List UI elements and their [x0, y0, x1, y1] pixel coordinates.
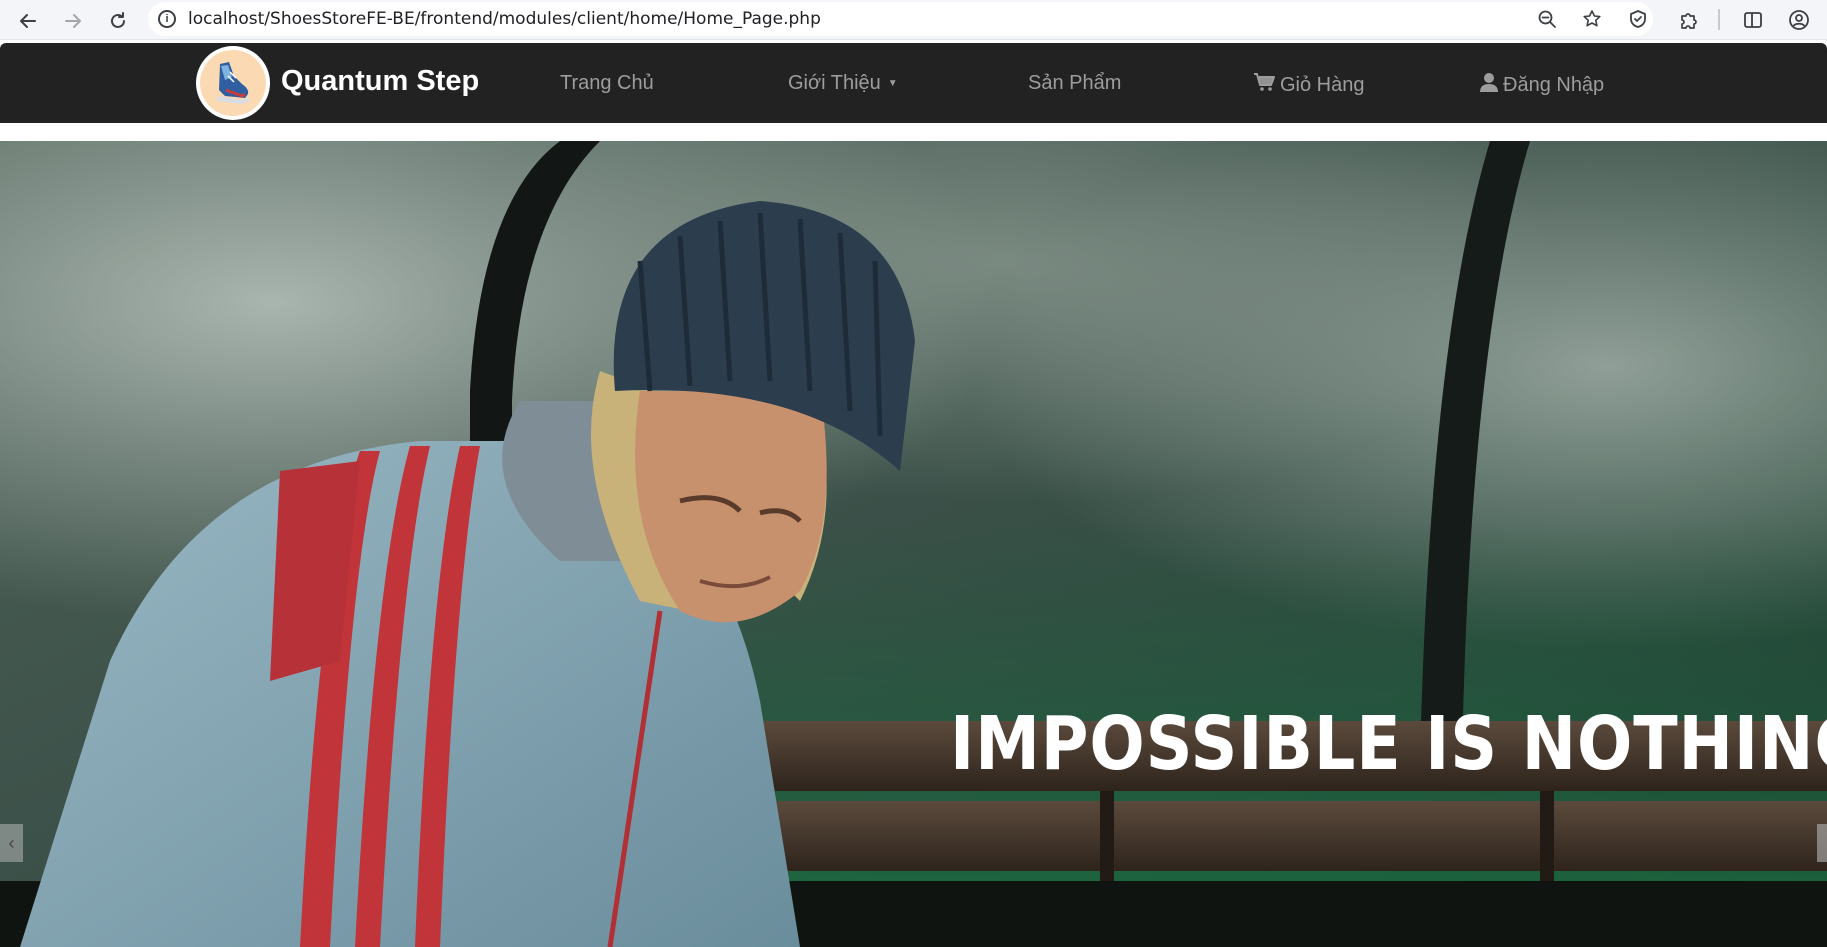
hero-image [0, 141, 1827, 947]
nav-cart-link[interactable]: Giỏ Hàng [1253, 72, 1365, 98]
nav-about-label: Giới Thiệu [788, 72, 881, 94]
hero-tagline: IMPOSSIBLE IS NOTHING. [950, 701, 1827, 787]
profile-icon[interactable] [1785, 6, 1813, 34]
carousel-prev-button[interactable]: ‹ [0, 824, 23, 862]
url-text[interactable]: localhost/ShoesStoreFE-BE/frontend/modul… [188, 9, 821, 29]
nav-products-label: Sản Phẩm [1028, 72, 1122, 94]
nav-products-link[interactable]: Sản Phẩm [1028, 72, 1121, 95]
shield-icon[interactable] [1626, 7, 1650, 31]
caret-down-icon: ▼ [887, 78, 898, 89]
shoe-logo-icon[interactable] [196, 46, 270, 120]
split-view-icon[interactable] [1739, 6, 1767, 34]
nav-login-label: Đăng Nhập [1503, 73, 1605, 96]
nav-about-dropdown[interactable]: Giới Thiệu ▼ [788, 72, 898, 95]
browser-toolbar: i localhost/ShoesStoreFE-BE/frontend/mod… [0, 0, 1827, 40]
cart-icon [1253, 72, 1275, 98]
puzzle-icon[interactable] [1675, 6, 1703, 34]
reload-icon[interactable] [103, 6, 133, 36]
brand-name[interactable]: Quantum Step [281, 65, 479, 98]
chevron-left-icon: ‹ [8, 832, 15, 853]
site-navbar: Quantum Step Trang Chủ Giới Thiệu ▼ Sản … [0, 43, 1827, 123]
forward-arrow-icon[interactable] [58, 6, 88, 36]
user-icon [1480, 72, 1498, 98]
nav-cart-label: Giỏ Hàng [1280, 73, 1365, 96]
carousel-next-button[interactable] [1817, 824, 1827, 862]
address-bar[interactable]: i localhost/ShoesStoreFE-BE/frontend/mod… [148, 2, 1653, 36]
nav-login-link[interactable]: Đăng Nhập [1480, 72, 1604, 98]
hero-carousel: IMPOSSIBLE IS NOTHING. ‹ [0, 141, 1827, 947]
star-icon[interactable] [1580, 7, 1604, 31]
nav-home-label: Trang Chủ [560, 72, 654, 94]
back-arrow-icon[interactable] [13, 6, 43, 36]
zoom-out-icon[interactable] [1535, 7, 1559, 31]
info-icon[interactable]: i [158, 10, 176, 28]
nav-home-link[interactable]: Trang Chủ [560, 72, 654, 95]
toolbar-divider [1718, 9, 1720, 30]
